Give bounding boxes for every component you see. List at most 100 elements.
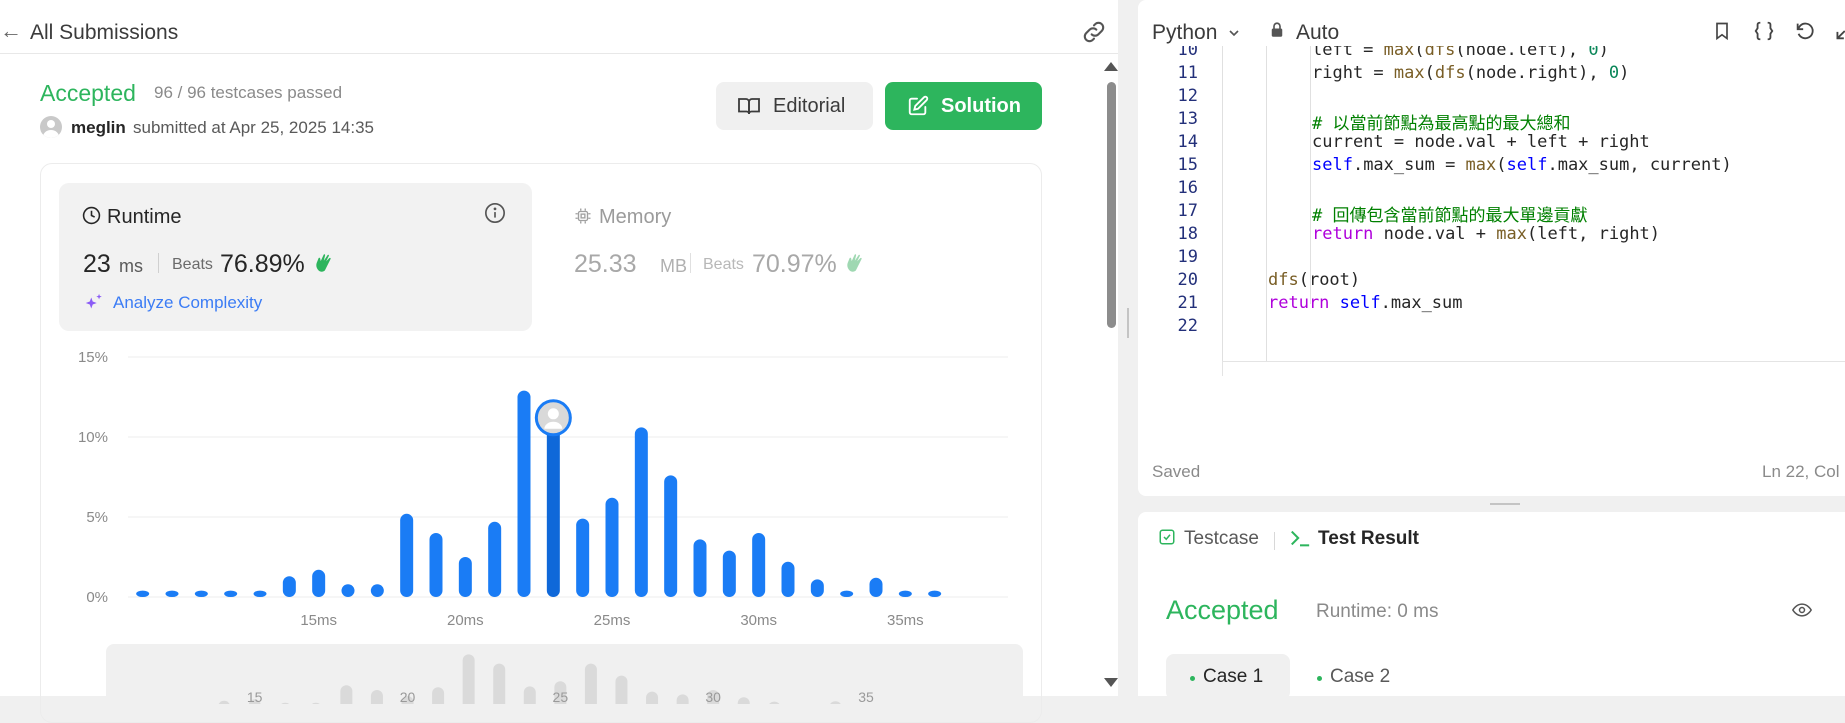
chart-bar: [253, 590, 267, 597]
solution-button[interactable]: Solution: [885, 82, 1042, 130]
saved-status: Saved: [1152, 462, 1201, 481]
runtime-separator: [158, 253, 159, 273]
chart-bar: [605, 497, 619, 597]
result-status: Accepted: [1166, 595, 1279, 625]
submission-header: ← All Submissions: [0, 8, 1118, 54]
memory-unit: MB: [660, 256, 687, 276]
chart-bar: [928, 590, 942, 597]
chart-bar: [781, 561, 795, 597]
mini-distribution-chart: 15 20 25 30 35: [218, 654, 874, 704]
chart-range-navigator[interactable]: 15 20 25 30 35: [106, 644, 1023, 704]
pass-dot: [1317, 676, 1322, 681]
runtime-distribution-chart[interactable]: 0% 5% 10% 15% 15ms 20ms 25ms 30ms 35ms: [60, 345, 1020, 625]
sparkle-icon: [85, 293, 102, 309]
x-tick-label: 25ms: [594, 612, 631, 625]
tab-test-result[interactable]: Test Result: [1318, 528, 1419, 550]
eye-icon[interactable]: [1790, 600, 1814, 620]
chart-bar: [634, 427, 648, 597]
back-arrow-icon[interactable]: ←: [0, 18, 22, 44]
case-2-tab[interactable]: Case 2: [1304, 654, 1424, 700]
terminal-icon: [1291, 530, 1310, 547]
code-line: self.max_sum = max(self.max_sum, current…: [1312, 155, 1732, 175]
line-number: 14: [1177, 132, 1198, 152]
mini-bar: [584, 663, 597, 704]
line-number: 10: [1177, 46, 1198, 60]
testcases-passed: 96 / 96 testcases passed: [154, 83, 343, 102]
mini-bar: [769, 701, 780, 704]
code-area[interactable]: 10 left = max(dfs(node.left), 0) 11 right =…: [1138, 46, 1845, 376]
line-number: 19: [1177, 247, 1198, 267]
runtime-unit: ms: [119, 256, 143, 276]
case-1-tab[interactable]: Case 1: [1166, 654, 1290, 700]
memory-value: 25.33: [574, 250, 637, 278]
code-line: return self.max_sum: [1268, 293, 1463, 313]
code-line: left = max(dfs(node.left), 0): [1312, 46, 1609, 60]
runtime-beats-pct: 76.89%: [220, 250, 305, 278]
mini-tick-label: 35: [858, 689, 874, 704]
editorial-button[interactable]: Editorial: [716, 82, 873, 130]
username-link[interactable]: meglin: [71, 118, 126, 138]
bookmark-icon[interactable]: [1712, 20, 1732, 42]
mini-bar: [340, 685, 353, 704]
chart-bar: [752, 533, 766, 597]
all-submissions-link[interactable]: All Submissions: [30, 21, 178, 45]
tab-testcase[interactable]: Testcase: [1184, 528, 1259, 550]
mini-tick-label: 30: [705, 689, 721, 704]
reset-undo-icon[interactable]: [1794, 20, 1816, 42]
scrollbar-thumb[interactable]: [1107, 82, 1116, 328]
chart-bar: [840, 590, 854, 597]
mini-bar: [462, 654, 475, 704]
mini-bar: [370, 690, 383, 704]
language-select[interactable]: Python: [1152, 21, 1217, 45]
pass-dot: [1190, 676, 1195, 681]
mini-bar: [830, 701, 841, 704]
panel-resize-handle[interactable]: [1118, 0, 1138, 696]
y-tick-label: 10%: [78, 429, 108, 446]
memory-separator: [690, 253, 691, 273]
chart-bar: [429, 533, 443, 597]
line-number: 12: [1177, 86, 1198, 106]
code-editor-panel: Python Auto 10 left = max(dfs(node.left),…: [1138, 0, 1845, 496]
chart-bar: [693, 539, 707, 597]
analyze-complexity-link[interactable]: Analyze Complexity: [113, 293, 262, 313]
chart-bar: [341, 584, 355, 597]
auto-mode-label[interactable]: Auto: [1296, 21, 1339, 45]
scroll-up-arrow-icon[interactable]: [1104, 62, 1118, 71]
scroll-down-arrow-icon[interactable]: [1104, 678, 1118, 687]
horizontal-resize-handle[interactable]: [1490, 503, 1520, 505]
chart-bar: [722, 550, 736, 597]
edit-icon: [908, 95, 929, 116]
clock-icon: [82, 206, 101, 225]
line-number: 11: [1177, 63, 1198, 83]
current-line-highlight: [1222, 361, 1845, 376]
line-number: 20: [1177, 270, 1198, 290]
avatar[interactable]: [40, 116, 62, 138]
tab-separator: [1274, 532, 1275, 550]
code-line: right = max(dfs(node.right), 0): [1312, 63, 1630, 83]
line-number: 13: [1177, 109, 1198, 129]
code-line: dfs(root): [1268, 270, 1361, 290]
memory-title[interactable]: Memory: [599, 206, 671, 229]
mini-bar: [523, 686, 536, 704]
chevron-down-icon[interactable]: [1226, 25, 1242, 41]
expand-icon[interactable]: [1835, 20, 1845, 42]
submission-status: Accepted: [40, 80, 136, 106]
chart-bar: [370, 584, 384, 597]
submitted-time: submitted at Apr 25, 2025 14:35: [133, 118, 375, 137]
runtime-value: 23: [83, 250, 111, 278]
runtime-beats-label: Beats: [172, 256, 213, 273]
mini-bar: [218, 700, 230, 704]
line-number: 22: [1177, 316, 1198, 336]
line-number: 17: [1177, 201, 1198, 221]
info-icon[interactable]: [484, 202, 506, 224]
x-tick-label: 15ms: [300, 612, 337, 625]
chart-bar: [458, 557, 472, 597]
format-braces-icon[interactable]: [1752, 20, 1776, 42]
share-link-icon[interactable]: [1080, 18, 1108, 46]
mini-tick-label: 15: [247, 689, 263, 704]
case-1-label: Case 1: [1203, 666, 1264, 687]
chart-bar: [810, 579, 824, 597]
chart-bar: [869, 577, 883, 597]
case-2-label: Case 2: [1330, 666, 1391, 687]
lock-icon: [1271, 22, 1283, 37]
